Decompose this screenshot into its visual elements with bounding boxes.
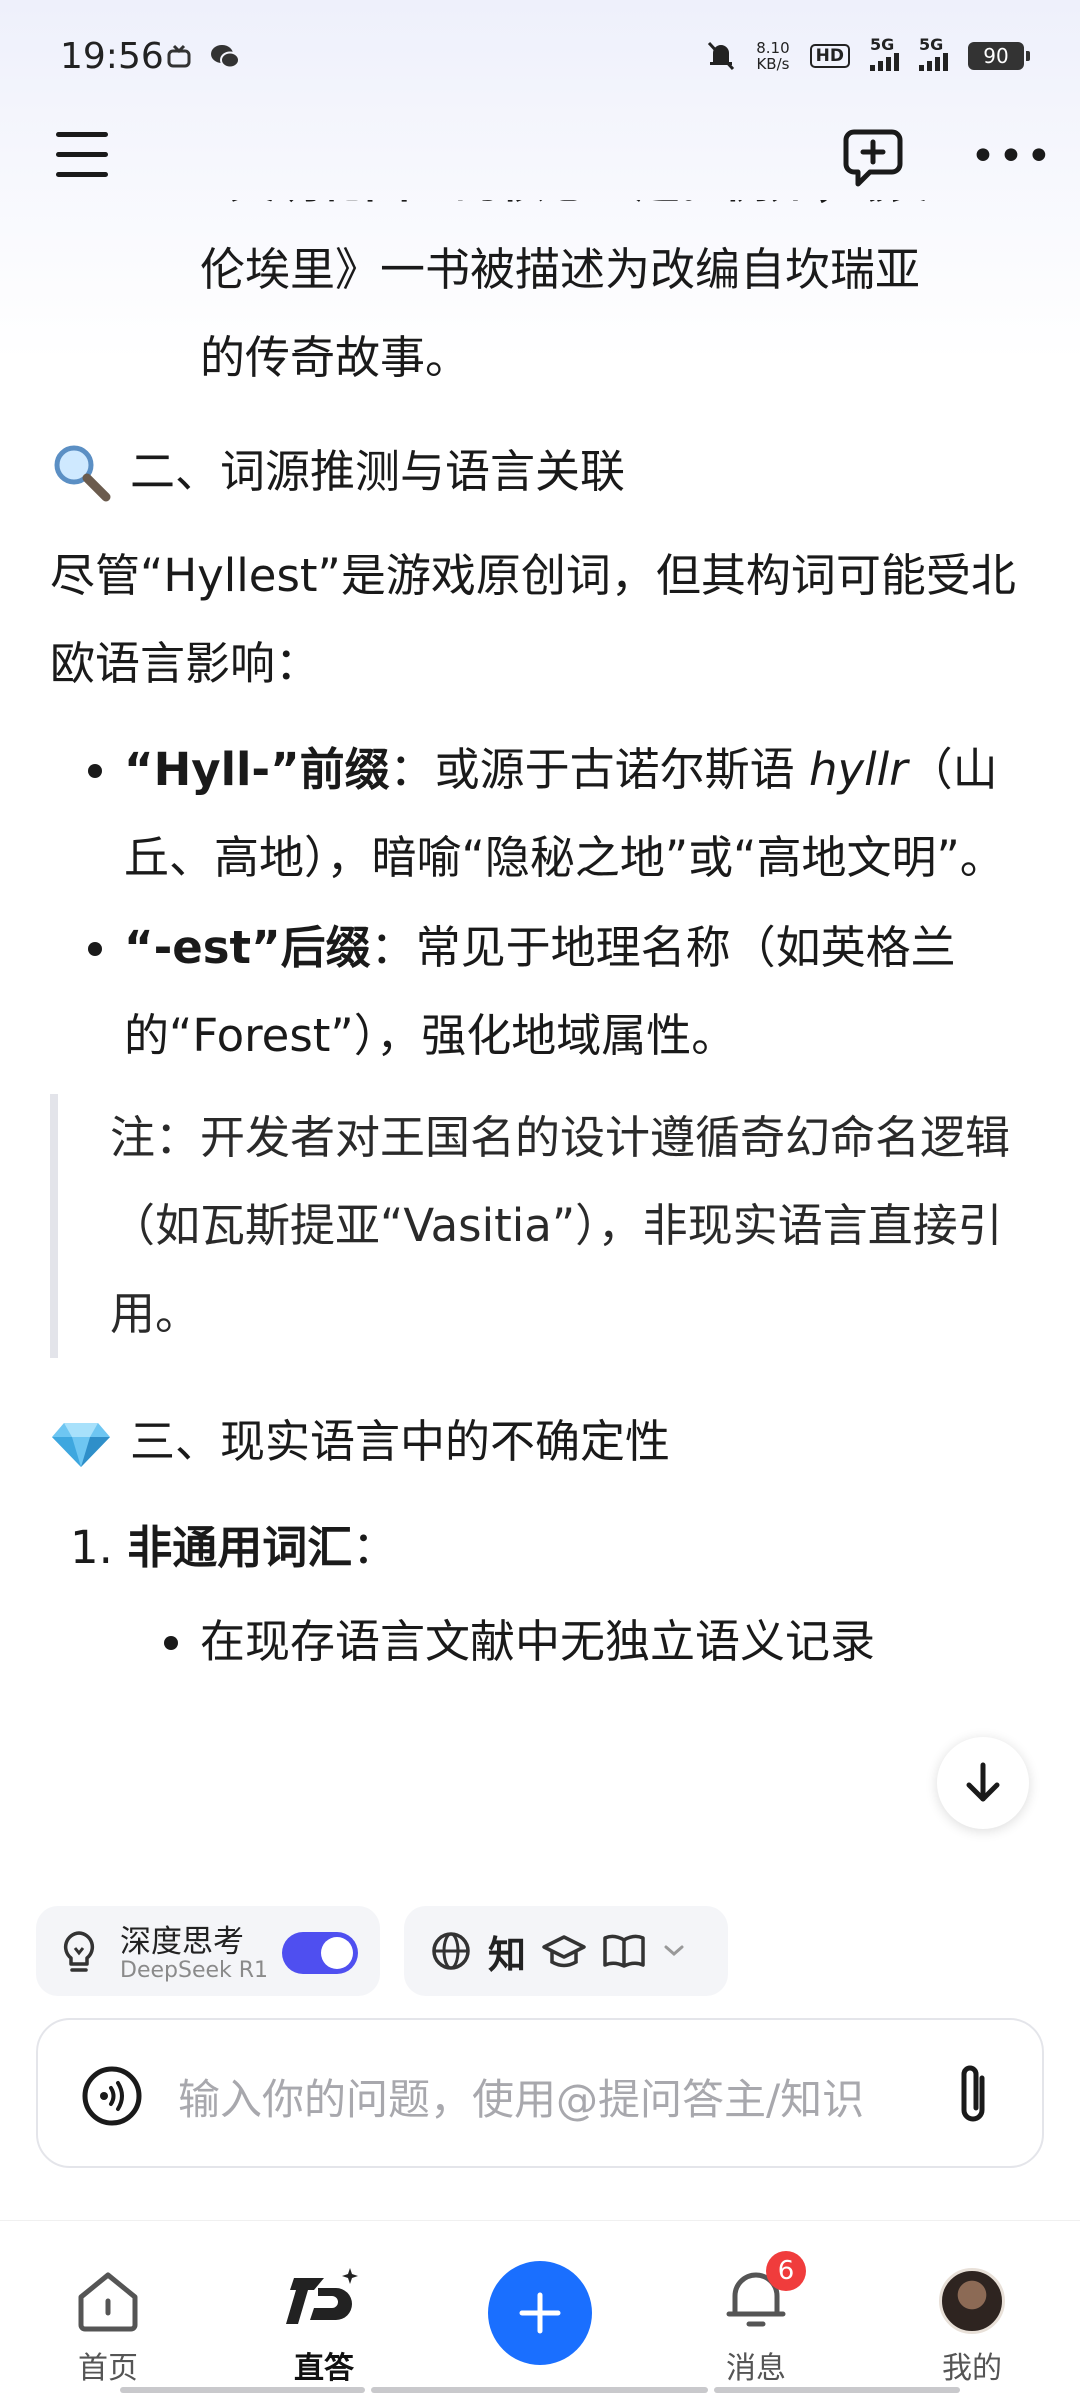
question-input[interactable]: 输入你的问题，使用@提问答主/知识 bbox=[36, 2018, 1044, 2168]
list-item: “Hyll-”前缀：或源于古诺尔斯语 hyllr（山丘、高地），暗喻“隐秘之地”… bbox=[0, 726, 1080, 902]
deep-think-chip[interactable]: 深度思考 DeepSeek R1 bbox=[36, 1906, 380, 1996]
gesture-bar bbox=[371, 2387, 708, 2393]
zhihu-source-icon[interactable]: 知 bbox=[488, 1924, 526, 1979]
tools-chip[interactable]: 知 bbox=[404, 1906, 728, 1996]
tv-app-icon bbox=[167, 44, 191, 68]
input-panel: 深度思考 DeepSeek R1 知 输入你的问题，使用@提问答主/知识 bbox=[0, 1870, 1080, 2220]
section-heading: 三、现实语言中的不确定性 bbox=[0, 1398, 1080, 1486]
chevron-down-icon[interactable] bbox=[662, 1943, 686, 1959]
voice-input-icon[interactable] bbox=[80, 2064, 144, 2128]
mute-bell-icon bbox=[708, 41, 735, 71]
note-blockquote: 注：开发者对王国名的设计遵循奇幻命名逻辑（如瓦斯提亚“Vasitia”），非现实… bbox=[50, 1094, 1030, 1358]
top-app-bar: ••• bbox=[0, 120, 1080, 200]
answer-content: “文明轮回” 的核心主题。例如，《裴 伦埃里》一书被描述为改编自坎瑞亚 的传奇故… bbox=[0, 200, 1080, 1870]
status-time: 19:56 bbox=[60, 36, 164, 77]
net-speed: 8.10 KB/s bbox=[756, 39, 790, 73]
signal-icon: 5G bbox=[870, 35, 899, 71]
notification-badge: 6 bbox=[766, 2251, 806, 2291]
tab-messages[interactable]: 6 消息 bbox=[676, 2251, 836, 2387]
arrow-down-icon bbox=[966, 1762, 1000, 1802]
gesture-bar bbox=[120, 2387, 365, 2393]
deep-think-toggle[interactable] bbox=[282, 1932, 358, 1974]
section-intro: 尽管“Hyllest”是游戏原创词，但其构词可能受北欧语言影响： bbox=[50, 549, 1016, 690]
academic-cap-icon[interactable] bbox=[542, 1931, 586, 1971]
status-right: 8.10 KB/s HD 5G 5G 90 bbox=[706, 35, 1030, 73]
tab-home[interactable]: 首页 bbox=[28, 2261, 188, 2387]
zhida-logo-icon bbox=[286, 2268, 358, 2324]
globe-icon[interactable] bbox=[430, 1930, 472, 1972]
signal-icon: 5G bbox=[919, 35, 948, 71]
plus-icon bbox=[519, 2292, 561, 2334]
home-icon bbox=[78, 2272, 138, 2332]
menu-icon[interactable] bbox=[56, 132, 108, 180]
status-bar: 19:56 8.10 KB/s HD 5G 5G 90 bbox=[0, 0, 1080, 120]
section-heading: 二、词源推测与语言关联 bbox=[0, 428, 1080, 516]
list-item: 在现存语言文献中无独立语义记录 bbox=[0, 1598, 1080, 1686]
scroll-to-bottom-button[interactable] bbox=[937, 1737, 1029, 1829]
bullet-list: “Hyll-”前缀：或源于古诺尔斯语 hyllr（山丘、高地），暗喻“隐秘之地”… bbox=[0, 726, 1080, 1080]
gem-icon bbox=[52, 1423, 110, 1467]
book-icon[interactable] bbox=[602, 1932, 646, 1970]
magnifier-icon bbox=[54, 445, 111, 502]
avatar bbox=[939, 2268, 1005, 2334]
gesture-bar bbox=[714, 2387, 960, 2393]
tab-profile[interactable]: 我的 bbox=[892, 2261, 1052, 2387]
bottom-tab-bar: 首页 直答 6 消息 我的 bbox=[0, 2220, 1080, 2400]
notification-icons bbox=[166, 44, 240, 70]
input-placeholder[interactable]: 输入你的问题，使用@提问答主/知识 bbox=[178, 2066, 948, 2127]
lightbulb-icon bbox=[63, 1931, 95, 1972]
intro-paragraph: “文明轮回” 的核心主题。例如，《裴 伦埃里》一书被描述为改编自坎瑞亚 的传奇故… bbox=[200, 200, 927, 384]
new-chat-icon[interactable] bbox=[840, 124, 906, 190]
create-button[interactable] bbox=[488, 2261, 592, 2365]
wechat-icon bbox=[211, 45, 240, 69]
ordered-list-item: 1. 非通用词汇： bbox=[70, 1521, 398, 1574]
more-options-icon[interactable]: ••• bbox=[970, 135, 1054, 179]
list-item: “-est”后缀：常见于地理名称（如英格兰的“Forest”），强化地域属性。 bbox=[0, 904, 1080, 1080]
hd-badge: HD bbox=[809, 44, 850, 68]
tab-zhida[interactable]: 直答 bbox=[244, 2261, 404, 2387]
battery-icon: 90 bbox=[968, 42, 1030, 70]
attachment-icon[interactable] bbox=[948, 2060, 998, 2130]
